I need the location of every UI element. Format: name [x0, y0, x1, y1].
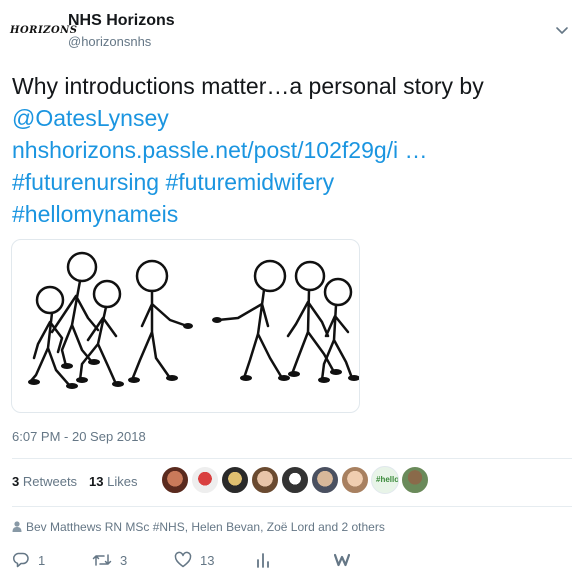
hashtag-futurenursing[interactable]: #futurenursing	[12, 169, 159, 195]
reply-icon	[12, 552, 29, 568]
likes-count: 13	[89, 474, 104, 489]
mention-link[interactable]: @OatesLynsey	[12, 105, 169, 131]
person-icon	[12, 521, 22, 532]
analytics-button[interactable]	[256, 551, 278, 569]
retweet-count: 3	[120, 552, 128, 568]
tweet-text-plain: Why introductions matter…a personal stor…	[12, 73, 484, 99]
avatar[interactable]	[281, 466, 309, 494]
likes-label: Likes	[107, 474, 138, 489]
reply-button[interactable]: 1	[12, 551, 45, 569]
avatar[interactable]	[401, 466, 429, 494]
chevron-down-icon[interactable]	[554, 22, 570, 38]
app-logo-button[interactable]	[334, 551, 358, 569]
retweet-icon	[92, 554, 112, 566]
liked-by-text: Bev Matthews RN MSc #NHS, Helen Bevan, Z…	[26, 520, 385, 534]
heart-icon	[174, 551, 192, 568]
author-handle[interactable]: @horizonsnhs	[68, 34, 151, 49]
action-bar: 1 3 13	[12, 547, 572, 571]
avatar[interactable]	[161, 466, 189, 494]
stick-figures-illustration	[28, 251, 359, 389]
avatar[interactable]	[191, 466, 219, 494]
liked-by-line[interactable]: Bev Matthews RN MSc #NHS, Helen Bevan, Z…	[12, 520, 385, 534]
divider	[12, 458, 572, 459]
like-button[interactable]: 13	[174, 551, 214, 569]
avatar-hello-logo[interactable]: #hello	[371, 466, 399, 494]
retweets-count: 3	[12, 474, 20, 489]
tweet-timestamp[interactable]: 6:07 PM - 20 Sep 2018	[12, 429, 146, 444]
author-name[interactable]: NHS Horizons	[68, 12, 175, 30]
retweets-stat[interactable]: 3 Retweets	[12, 474, 77, 489]
likes-stat[interactable]: 13 Likes	[89, 474, 137, 489]
divider	[12, 506, 572, 507]
tweet-stats: 3 Retweets 13 Likes #hello	[12, 463, 572, 499]
like-count: 13	[200, 552, 215, 568]
profile-avatar-logo[interactable]: HORIZONS	[10, 20, 77, 42]
avatar[interactable]	[311, 466, 339, 494]
avatar[interactable]	[221, 466, 249, 494]
tweet-text: Why introductions matter…a personal stor…	[12, 70, 572, 230]
article-link[interactable]: nhshorizons.passle.net/post/102f29g/i …	[12, 137, 428, 163]
reply-count: 1	[38, 552, 46, 568]
analytics-icon	[257, 553, 269, 568]
avatar[interactable]	[341, 466, 369, 494]
hashtag-futuremidwifery[interactable]: #futuremidwifery	[165, 169, 334, 195]
hashtag-hellomynameis[interactable]: #hellomynameis	[12, 201, 178, 227]
retweets-label: Retweets	[22, 474, 78, 489]
retweet-button[interactable]: 3	[92, 551, 127, 569]
svg-text:#hello: #hello	[376, 475, 399, 484]
avatar[interactable]	[251, 466, 279, 494]
tweet-header: HORIZONS NHS Horizons @horizonsnhs	[10, 10, 572, 54]
w-logo-icon	[334, 553, 350, 567]
media-image[interactable]	[11, 239, 360, 413]
